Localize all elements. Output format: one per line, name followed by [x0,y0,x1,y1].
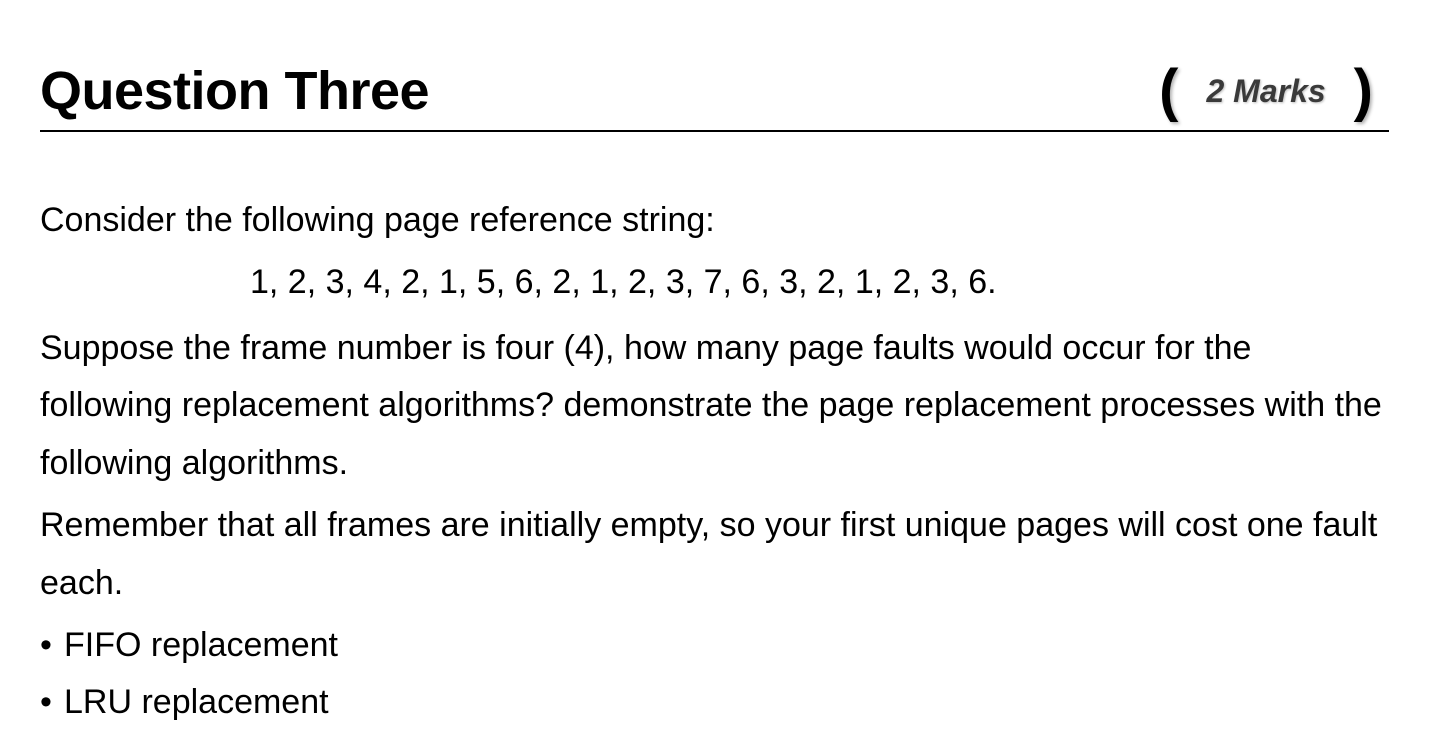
instruction-paragraph-1: Suppose the frame number is four (4), ho… [40,320,1389,493]
list-item: LRU replacement [40,674,1389,732]
marks-label: 2 Marks [1178,73,1353,110]
algorithm-list: FIFO replacement LRU replacement [40,617,1389,732]
question-content: Consider the following page reference st… [40,192,1389,732]
bracket-right-icon: ) [1354,62,1373,120]
marks-badge: ( 2 Marks ) [1143,62,1389,120]
bracket-left-icon: ( [1159,62,1178,120]
intro-text: Consider the following page reference st… [40,192,1389,250]
question-header: Question Three ( 2 Marks ) [40,60,1389,132]
instruction-paragraph-2: Remember that all frames are initially e… [40,497,1389,613]
page-reference-string: 1, 2, 3, 4, 2, 1, 5, 6, 2, 1, 2, 3, 7, 6… [40,254,1389,312]
list-item: FIFO replacement [40,617,1389,675]
question-title: Question Three [40,60,429,122]
